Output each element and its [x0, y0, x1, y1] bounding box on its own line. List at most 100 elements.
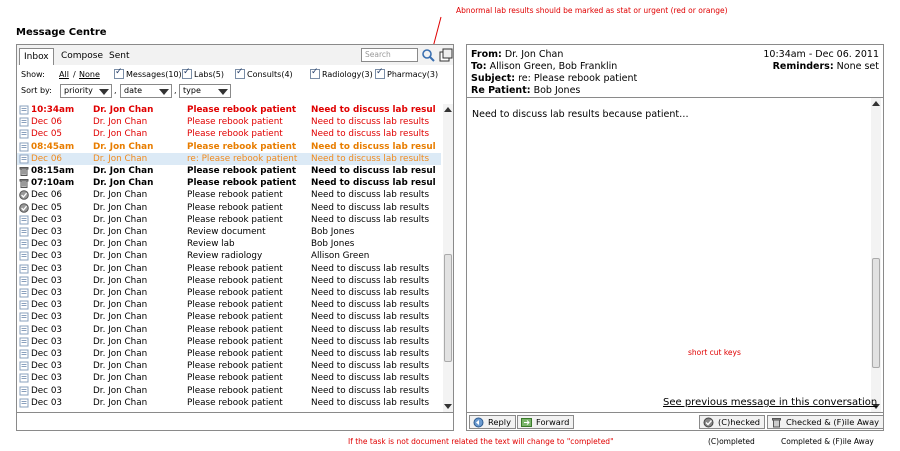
message-row[interactable]: Dec 05 Dr. Jon Chan Please rebook patient N… [17, 128, 441, 140]
document-icon [19, 361, 29, 371]
checked-button[interactable]: (C)hecked [699, 415, 766, 429]
sort-priority-select[interactable]: priority [60, 84, 112, 98]
message-preview: Need to discuss lab resul [311, 141, 436, 152]
filter-none-link[interactable]: None [79, 70, 100, 79]
message-row[interactable]: Dec 03 Dr. Jon Chan Please rebook patient N… [17, 385, 441, 397]
message-from: Dr. Jon Chan [93, 153, 148, 164]
message-row[interactable]: Dec 03 Dr. Jon Chan Please rebook patient N… [17, 214, 441, 226]
radiology-checkbox[interactable] [310, 67, 320, 79]
message-preview: Need to discuss lab results [311, 312, 430, 323]
message-row[interactable]: Dec 05 Dr. Jon Chan Please rebook patient N… [17, 202, 441, 214]
message-row[interactable]: Dec 03 Dr. Jon Chan Review radiology Alliso… [17, 250, 441, 262]
message-row[interactable]: Dec 03 Dr. Jon Chan Please rebook patient N… [17, 336, 441, 348]
message-from: Dr. Jon Chan [93, 288, 148, 298]
message-row[interactable]: Dec 03 Dr. Jon Chan Please rebook patient N… [17, 311, 441, 323]
message-row[interactable]: Dec 03 Dr. Jon Chan Please rebook patient N… [17, 324, 441, 336]
message-time: Dec 03 [31, 361, 63, 372]
message-header: From: Dr. Jon Chan To: Allison Green, Bo… [467, 45, 883, 98]
message-subject: Review document [187, 227, 266, 237]
search-input[interactable]: Search [361, 48, 418, 62]
message-row[interactable]: 08:15am Dr. Jon Chan Please rebook patient… [17, 165, 441, 177]
checked-file-away-label: Checked & (F)ile Away [786, 417, 880, 427]
message-from: Dr. Jon Chan [93, 263, 148, 274]
message-row[interactable]: 07:10am Dr. Jon Chan Please rebook patient… [17, 177, 441, 189]
message-from: Dr. Jon Chan [93, 129, 148, 140]
tab-compose[interactable]: Compose [57, 48, 107, 65]
message-row[interactable]: Dec 03 Dr. Jon Chan Please rebook patient N… [17, 360, 441, 372]
message-time: Dec 03 [31, 324, 63, 335]
document-icon [19, 117, 29, 127]
message-from: Dr. Jon Chan [93, 397, 148, 408]
labs-checkbox[interactable] [182, 67, 192, 79]
sort-comma: , [174, 86, 177, 95]
scrollbar-thumb[interactable] [444, 254, 452, 362]
message-body-scrollbar[interactable] [871, 98, 881, 412]
message-from: Dr. Jon Chan [93, 361, 148, 372]
message-row[interactable]: 10:34am Dr. Jon Chan Please rebook patient… [17, 104, 441, 116]
scroll-down-icon[interactable] [444, 404, 452, 409]
reply-button[interactable]: Reply [469, 415, 516, 429]
message-time: Dec 03 [31, 288, 63, 298]
subject-label: Subject: [471, 73, 516, 84]
message-preview: Bob Jones [311, 239, 355, 250]
message-row[interactable]: Dec 03 Dr. Jon Chan Please rebook patient N… [17, 287, 441, 299]
message-row[interactable]: Dec 03 Dr. Jon Chan Please rebook patient N… [17, 299, 441, 311]
message-row[interactable]: Dec 06 Dr. Jon Chan re: Please rebook pati… [17, 152, 441, 165]
filter-row: Show: All / None Messages(10) Labs(5) Co… [21, 67, 451, 82]
message-row[interactable]: Dec 03 Dr. Jon Chan Please rebook patient N… [17, 397, 441, 409]
scrollbar-thumb[interactable] [872, 258, 880, 368]
consults-checkbox[interactable] [235, 67, 245, 79]
filter-all-link[interactable]: All [59, 70, 69, 79]
message-row[interactable]: Dec 03 Dr. Jon Chan Please rebook patient N… [17, 275, 441, 287]
checked-file-away-button[interactable]: Checked & (F)ile Away [767, 415, 885, 429]
message-row[interactable]: Dec 03 Dr. Jon Chan Review document Bob Jon… [17, 226, 441, 238]
message-preview: Need to discuss lab results [311, 275, 430, 286]
message-preview: Need to discuss lab results [311, 288, 430, 298]
message-preview: Need to discuss lab results [311, 300, 430, 311]
message-subject: Review radiology [187, 251, 263, 262]
document-icon [19, 300, 29, 310]
message-time: Dec 05 [31, 129, 63, 140]
scroll-up-icon[interactable] [444, 107, 452, 112]
message-list-scrollbar[interactable] [443, 104, 453, 412]
document-icon [19, 215, 29, 225]
tab-inbox[interactable]: Inbox [19, 48, 54, 65]
message-time: 08:45am [31, 141, 75, 152]
sort-date-select[interactable]: date [120, 84, 172, 98]
message-from: Dr. Jon Chan [93, 300, 148, 311]
forward-button[interactable]: Forward [517, 415, 575, 429]
message-subject: Please rebook patient [187, 349, 283, 359]
annotation-completed-note: If the task is not document related the … [348, 437, 614, 446]
message-row[interactable]: Dec 03 Dr. Jon Chan Please rebook patient N… [17, 372, 441, 384]
message-from: Dr. Jon Chan [93, 251, 148, 262]
message-row[interactable]: Dec 03 Dr. Jon Chan Please rebook patient N… [17, 263, 441, 275]
checked-icon [19, 202, 29, 213]
message-subject: Please rebook patient [187, 202, 283, 213]
messages-checkbox[interactable] [114, 67, 124, 79]
reminders-line: Reminders: None set [773, 61, 879, 72]
message-row[interactable]: Dec 03 Dr. Jon Chan Review lab Bob Jones [17, 238, 441, 250]
pharmacy-checkbox[interactable] [375, 67, 385, 79]
message-row[interactable]: 08:45am Dr. Jon Chan Please rebook patient… [17, 141, 441, 153]
message-subject: Please rebook patient [187, 361, 283, 372]
sort-type-select[interactable]: type [179, 84, 231, 98]
message-subject: Please rebook patient [187, 385, 283, 396]
message-preview: Need to discuss lab results [311, 129, 430, 140]
scroll-up-icon[interactable] [872, 101, 880, 106]
document-icon [19, 239, 29, 249]
previous-message-link[interactable]: See previous message in this conversatio… [663, 397, 877, 408]
message-row[interactable]: Dec 06 Dr. Jon Chan Please rebook patient N… [17, 116, 441, 128]
show-label: Show: [21, 70, 45, 79]
tab-sent[interactable]: Sent [105, 48, 133, 65]
message-subject: Please rebook patient [187, 397, 283, 408]
new-window-icon[interactable] [438, 48, 453, 63]
document-icon [19, 251, 29, 261]
message-from: Dr. Jon Chan [93, 324, 148, 335]
message-preview: Need to discuss lab results [311, 361, 430, 372]
checked-icon [19, 190, 29, 201]
message-row[interactable]: Dec 06 Dr. Jon Chan Please rebook patient N… [17, 189, 441, 201]
sort-date-value: date [124, 86, 143, 95]
checked-icon [703, 417, 714, 428]
search-icon[interactable] [421, 48, 436, 63]
message-row[interactable]: Dec 03 Dr. Jon Chan Please rebook patient N… [17, 348, 441, 360]
